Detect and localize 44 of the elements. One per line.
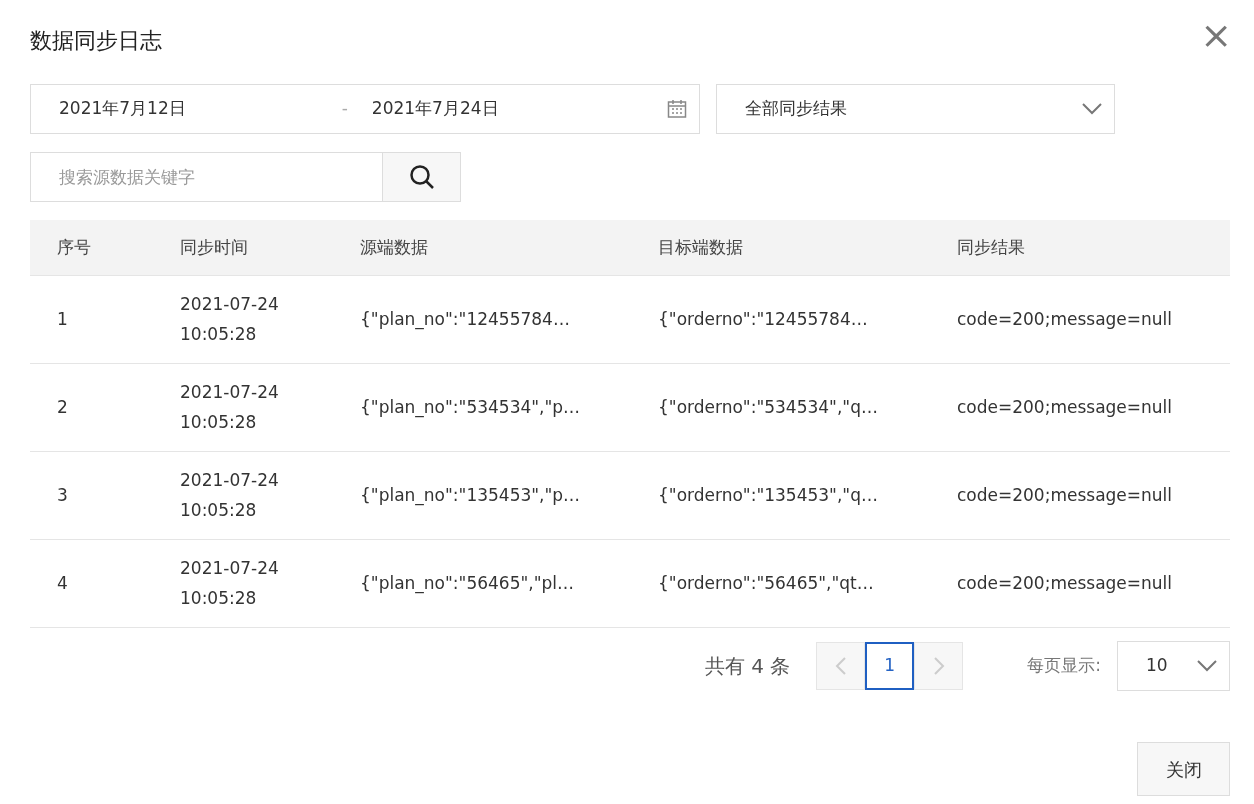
table-cell: 4 bbox=[30, 539, 153, 627]
date-separator: - bbox=[341, 97, 348, 121]
table-cell: code=200;message=null bbox=[930, 451, 1230, 539]
search-button[interactable] bbox=[383, 152, 461, 202]
table-cell: {"orderno":"12455784… bbox=[631, 275, 930, 363]
chevron-down-icon bbox=[1197, 659, 1217, 672]
table-cell: {"orderno":"534534","q… bbox=[631, 363, 930, 451]
dialog-title: 数据同步日志 bbox=[30, 28, 162, 53]
table-cell: {"orderno":"135453","q… bbox=[631, 451, 930, 539]
table-cell: code=200;message=null bbox=[930, 275, 1230, 363]
table-cell: {"plan_no":"534534","p… bbox=[333, 363, 631, 451]
close-button[interactable]: 关闭 bbox=[1137, 742, 1230, 796]
table-cell: code=200;message=null bbox=[930, 539, 1230, 627]
table-cell: 2021-07-24 10:05:28 bbox=[153, 539, 333, 627]
table-cell: {"plan_no":"56465","pl… bbox=[333, 539, 631, 627]
table-cell: 3 bbox=[30, 451, 153, 539]
table-cell: 1 bbox=[30, 275, 153, 363]
start-date: 2021年7月12日 bbox=[59, 97, 186, 121]
table-cell: 2021-07-24 10:05:28 bbox=[153, 451, 333, 539]
page-size-select[interactable]: 10 bbox=[1117, 640, 1230, 691]
column-header: 同步时间 bbox=[153, 220, 333, 275]
page-size-label: 每页显示: bbox=[1027, 653, 1101, 677]
page-button[interactable]: 1 bbox=[865, 641, 915, 690]
search-field[interactable]: 搜索源数据关键字 bbox=[30, 152, 383, 202]
column-header: 源端数据 bbox=[333, 220, 631, 275]
table-cell: code=200;message=null bbox=[930, 363, 1230, 451]
table-cell: {"orderno":"56465","qt… bbox=[631, 539, 930, 627]
search-icon bbox=[408, 164, 435, 190]
table-cell: {"plan_no":"135453","p… bbox=[333, 451, 631, 539]
column-header: 同步结果 bbox=[930, 220, 1230, 275]
chevron-right-icon bbox=[932, 655, 945, 676]
end-date: 2021年7月24日 bbox=[371, 97, 500, 121]
table-cell: {"plan_no":"12455784… bbox=[333, 275, 631, 363]
date-range-field[interactable]: 2021年7月12日 - 2021年7月24日 bbox=[30, 84, 700, 134]
chevron-left-icon bbox=[834, 655, 847, 676]
result-select[interactable]: 全部同步结果 bbox=[716, 84, 1115, 134]
column-header: 目标端数据 bbox=[631, 220, 930, 275]
table-cell: 2021-07-24 10:05:28 bbox=[153, 275, 333, 363]
total-count: 共有 4 条 bbox=[704, 652, 791, 680]
calendar-icon bbox=[667, 99, 687, 119]
chevron-down-icon bbox=[1082, 103, 1102, 115]
table-cell: 2 bbox=[30, 363, 153, 451]
table-cell: 2021-07-24 10:05:28 bbox=[153, 363, 333, 451]
column-header: 序号 bbox=[30, 220, 153, 275]
